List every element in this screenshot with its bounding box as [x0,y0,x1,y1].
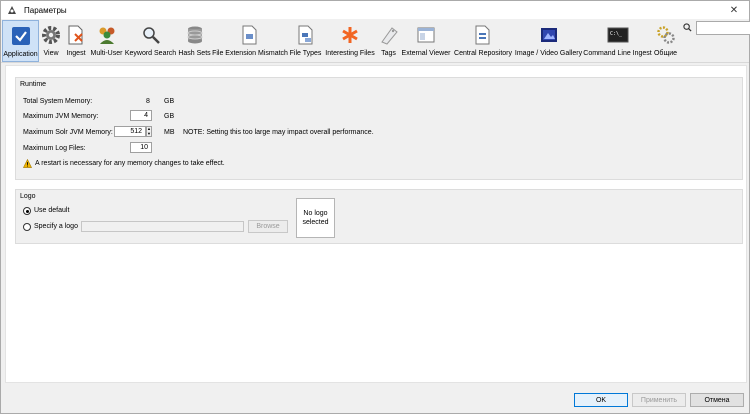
app-logo-icon [6,4,18,16]
runtime-title: Runtime [20,81,47,88]
tab-command-line-ingest[interactable]: C:\_ Command Line Ingest [583,20,652,62]
max-log-field[interactable]: 10 [130,142,152,153]
gear-icon [40,24,62,46]
settings-panel: Runtime Total System Memory: 8 GB Maximu… [5,65,747,383]
tab-label: Command Line Ingest [583,50,652,57]
terminal-icon: C:\_ [607,24,629,46]
tab-label: Interesting Files [325,50,375,57]
gears-icon [655,24,677,46]
specify-logo-radio[interactable] [23,223,31,231]
use-default-label: Use default [34,207,70,214]
file-types-icon [295,24,317,46]
tab-application[interactable]: Application [2,20,39,62]
options-window: Параметры ✕ Application View Ingest Mult… [0,0,750,414]
total-memory-unit: GB [164,98,175,105]
solr-note: NOTE: Setting this too large may impact … [183,129,374,136]
close-button[interactable]: ✕ [719,1,749,19]
warning-icon [23,158,32,170]
apply-button[interactable]: Применить [632,393,686,407]
tab-interesting-files[interactable]: Interesting Files [324,20,376,62]
tab-label: Image / Video Gallery [514,50,583,57]
close-icon: ✕ [729,4,739,16]
spin-down-icon[interactable]: ▼ [147,131,151,137]
title-bar: Параметры ✕ [1,1,749,19]
tab-general[interactable]: Общие [653,20,678,62]
max-jvm-label: Maximum JVM Memory: [23,113,99,120]
ingest-icon [65,24,87,46]
window-icon [415,24,437,46]
checkbox-icon [10,25,32,47]
logo-title: Logo [20,193,36,200]
window-title: Параметры [24,5,67,15]
tab-multi-user[interactable]: Multi-User [90,20,123,62]
logo-group: Logo Use default Specify a logo Browse N… [15,189,743,244]
total-memory-value: 8 [146,98,150,105]
restart-warning: A restart is necessary for any memory ch… [35,160,225,167]
tab-label: Multi-User [90,50,123,57]
tab-image-video-gallery[interactable]: Image / Video Gallery [515,20,582,62]
runtime-group: Runtime Total System Memory: 8 GB Maximu… [15,77,743,180]
search-input[interactable] [696,21,750,35]
file-mismatch-icon [239,24,261,46]
tab-label: Общие [653,50,678,57]
tab-label: File Extension Mismatch [212,50,288,57]
dialog-footer: OK Применить Отмена [1,387,749,414]
tab-external-viewer[interactable]: External Viewer [401,20,451,62]
tab-central-repository[interactable]: Central Repository [453,20,513,62]
tab-tags[interactable]: Tags [379,20,398,62]
cancel-button[interactable]: Отмена [690,393,744,407]
max-jvm-field[interactable]: 4 [130,110,152,121]
specify-logo-label: Specify a logo [34,223,78,230]
magnifier-icon [140,24,162,46]
tab-label: View [43,50,59,57]
tab-view[interactable]: View [40,20,62,62]
tab-keyword-search[interactable]: Keyword Search [125,20,176,62]
tab-ingest[interactable]: Ingest [64,20,88,62]
search-icon [683,22,692,34]
max-log-label: Maximum Log Files: [23,145,86,152]
tab-label: File Types [289,50,322,57]
tab-hash-sets[interactable]: Hash Sets [178,20,211,62]
tab-label: Ingest [66,50,86,57]
logo-preview: No logo selected [296,198,335,238]
max-solr-unit: MB [164,129,175,136]
browse-button[interactable]: Browse [248,220,288,233]
logo-path-field[interactable] [81,221,244,232]
max-solr-label: Maximum Solr JVM Memory: [23,129,113,136]
ok-button[interactable]: OK [574,393,628,407]
tab-label: Keyword Search [124,50,177,57]
window-controls: ✕ [719,1,749,19]
users-icon [96,24,118,46]
asterisk-icon [339,24,361,46]
tab-file-types[interactable]: File Types [289,20,322,62]
solr-spinner-arrows[interactable]: ▲ ▼ [146,126,152,137]
search-box [683,21,750,35]
database-icon [184,24,206,46]
tab-label: Hash Sets [178,50,211,57]
use-default-radio[interactable] [23,207,31,215]
tab-label: Tags [381,50,396,57]
tag-icon [378,24,400,46]
tab-label: Central Repository [454,50,512,57]
options-toolbar: Application View Ingest Multi-User Keywo… [1,19,750,63]
tab-label: External Viewer [401,50,451,57]
total-memory-label: Total System Memory: [23,98,93,105]
gallery-icon [538,24,560,46]
max-solr-spinner[interactable]: 512 [114,126,146,137]
tab-label: Application [3,51,38,58]
max-jvm-unit: GB [164,113,175,120]
repository-icon [472,24,494,46]
tab-file-extension-mismatch[interactable]: File Extension Mismatch [212,20,288,62]
svg-text:C:\_: C:\_ [610,31,623,37]
